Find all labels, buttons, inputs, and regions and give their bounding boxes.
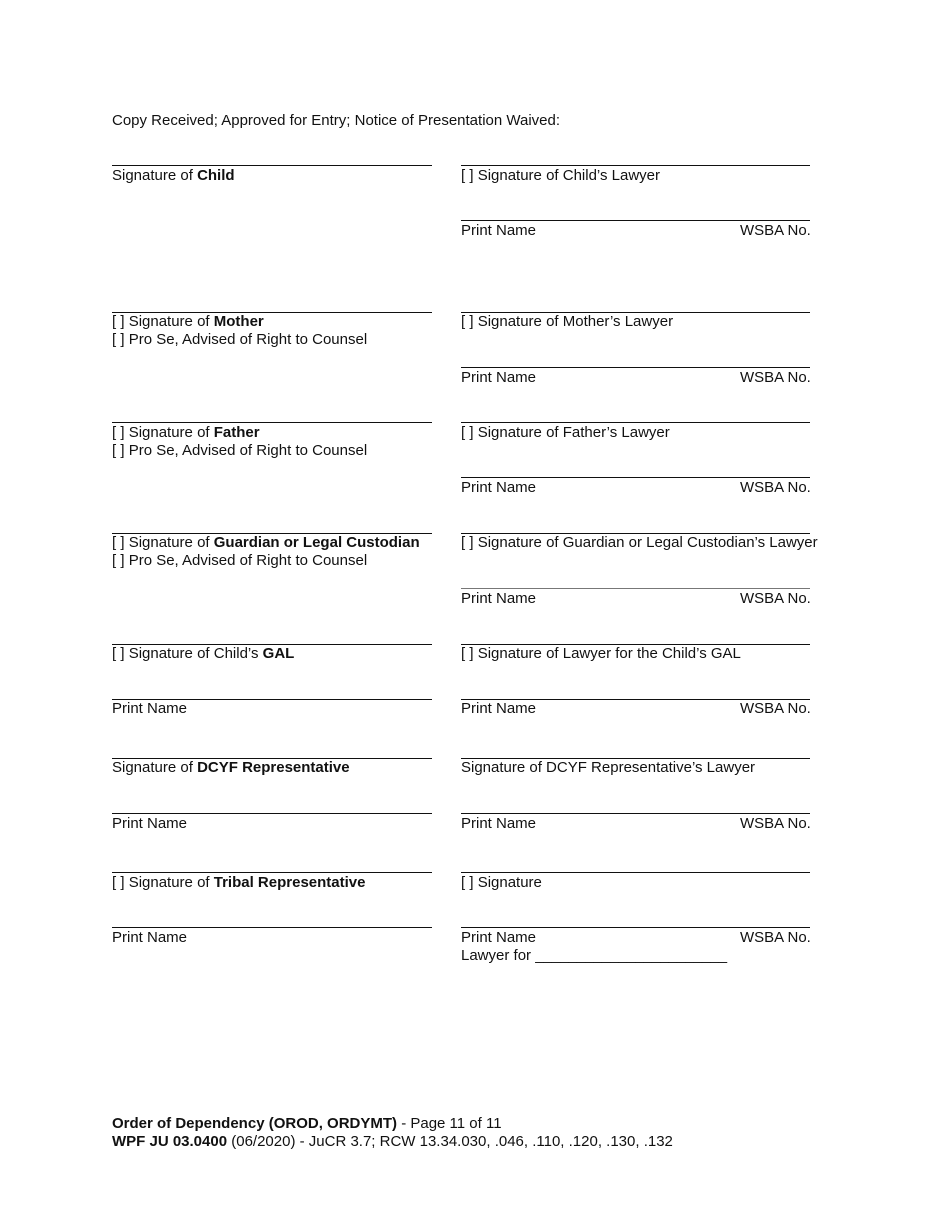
label-text: Signature of Father’s Lawyer <box>477 424 670 441</box>
dcyf-print-name-line[interactable] <box>112 813 432 814</box>
tribal-lawyer-print-name-line[interactable] <box>461 927 810 928</box>
party-name: Mother <box>213 313 264 330</box>
footer-form-citation: WPF JU 03.0400 (06/2020) - JuCR 3.7; RCW… <box>112 1133 673 1151</box>
label-text: Signature <box>477 874 542 891</box>
print-name-label: Print Name <box>461 590 537 607</box>
lawyer-for-field[interactable]: Lawyer for _______________________ <box>461 947 727 965</box>
label-prefix: Signature of <box>128 534 214 551</box>
page-number: - Page 11 of 11 <box>397 1115 502 1132</box>
party-name: Guardian or Legal Custodian <box>213 534 420 551</box>
checkbox[interactable]: [ ] <box>112 534 125 552</box>
checkbox[interactable]: [ ] <box>461 645 474 663</box>
gal-lawyer-signature-label: [ ] Signature of Lawyer for the Child’s … <box>461 645 741 663</box>
party-name: DCYF Representative <box>197 759 350 776</box>
checkbox[interactable]: [ ] <box>461 424 474 442</box>
father-signature-line[interactable] <box>112 422 432 423</box>
label-text: Signature of Guardian or Legal Custodian… <box>477 534 818 551</box>
dcyf-lawyer-signature-label: Signature of DCYF Representative’s Lawye… <box>461 759 756 776</box>
checkbox[interactable]: [ ] <box>461 534 474 552</box>
father-lawyer-print-name-line[interactable] <box>461 477 810 478</box>
tribal-print-name-line[interactable] <box>112 927 432 928</box>
party-name: Tribal Representative <box>213 874 366 891</box>
print-name-label: Print Name <box>461 479 537 496</box>
print-name-label: Print Name <box>461 222 537 239</box>
wsba-no-label: WSBA No. <box>740 222 811 239</box>
print-name-label: Print Name <box>461 815 537 832</box>
print-name-label: Print Name <box>461 369 537 386</box>
checkbox[interactable]: [ ] <box>112 424 125 442</box>
guardian-signature-label: [ ] Signature of Guardian or Legal Custo… <box>112 534 420 552</box>
label-prefix: Signature of <box>128 313 214 330</box>
form-citation: (06/2020) - JuCR 3.7; RCW 13.34.030, .04… <box>227 1133 673 1150</box>
tribal-lawyer-signature-line[interactable] <box>461 872 810 873</box>
checkbox[interactable]: [ ] <box>112 331 125 349</box>
wsba-no-label: WSBA No. <box>740 929 811 946</box>
dcyf-signature-label: Signature of DCYF Representative <box>112 759 350 777</box>
wsba-no-label: WSBA No. <box>740 479 811 496</box>
checkbox[interactable]: [ ] <box>461 874 474 892</box>
father-pro-se-label: [ ] Pro Se, Advised of Right to Counsel <box>112 442 367 460</box>
tribal-signature-label: [ ] Signature of Tribal Representative <box>112 874 365 892</box>
guardian-lawyer-signature-label: [ ] Signature of Guardian or Legal Custo… <box>461 534 818 552</box>
child-lawyer-signature-label: [ ] Signature of Child’s Lawyer <box>461 167 660 185</box>
checkbox[interactable]: [ ] <box>112 874 125 892</box>
guardian-lawyer-print-name-line[interactable] <box>461 588 810 589</box>
checkbox[interactable]: [ ] <box>461 313 474 331</box>
print-name-label: Print Name <box>461 700 537 717</box>
child-signature-label: Signature of Child <box>112 167 235 185</box>
party-name: GAL <box>262 645 295 662</box>
print-name-label: Print Name <box>112 929 188 946</box>
guardian-pro-se-label: [ ] Pro Se, Advised of Right to Counsel <box>112 552 367 570</box>
wsba-no-label: WSBA No. <box>740 369 811 386</box>
form-number: WPF JU 03.0400 <box>112 1133 228 1150</box>
checkbox[interactable]: [ ] <box>112 552 125 570</box>
pro-se-text: Pro Se, Advised of Right to Counsel <box>128 331 368 348</box>
mother-lawyer-print-name-line[interactable] <box>461 367 810 368</box>
label-text: Signature of Mother’s Lawyer <box>477 313 674 330</box>
checkbox[interactable]: [ ] <box>112 442 125 460</box>
child-signature-line[interactable] <box>112 165 432 166</box>
label-prefix: Signature of <box>128 874 214 891</box>
pro-se-text: Pro Se, Advised of Right to Counsel <box>128 552 368 569</box>
tribal-lawyer-signature-label: [ ] Signature <box>461 874 542 892</box>
wsba-no-label: WSBA No. <box>740 700 811 717</box>
footer-form-title: Order of Dependency (OROD, ORDYMT) - Pag… <box>112 1115 502 1133</box>
form-title: Order of Dependency (OROD, ORDYMT) <box>112 1115 398 1132</box>
mother-lawyer-signature-label: [ ] Signature of Mother’s Lawyer <box>461 313 673 331</box>
child-lawyer-print-name-line[interactable] <box>461 220 810 221</box>
label-prefix: Signature of <box>128 424 214 441</box>
father-lawyer-signature-label: [ ] Signature of Father’s Lawyer <box>461 424 670 442</box>
label-prefix: Signature of <box>112 759 198 776</box>
dcyf-lawyer-print-name-line[interactable] <box>461 813 810 814</box>
label-text: Signature of Child’s Lawyer <box>477 167 661 184</box>
print-name-label: Print Name <box>112 815 188 832</box>
gal-signature-label: [ ] Signature of Child’s GAL <box>112 645 294 663</box>
wsba-no-label: WSBA No. <box>740 815 811 832</box>
print-name-label: Print Name <box>461 929 537 946</box>
mother-pro-se-label: [ ] Pro Se, Advised of Right to Counsel <box>112 331 367 349</box>
wsba-no-label: WSBA No. <box>740 590 811 607</box>
party-name: Child <box>197 167 235 184</box>
father-lawyer-signature-line[interactable] <box>461 422 810 423</box>
print-name-label: Print Name <box>112 700 188 717</box>
approval-statement: Copy Received; Approved for Entry; Notic… <box>112 112 561 129</box>
label-text: Signature of Lawyer for the Child’s GAL <box>477 645 741 662</box>
checkbox[interactable]: [ ] <box>112 645 125 663</box>
party-name: Father <box>213 424 260 441</box>
label-prefix: Signature of <box>112 167 198 184</box>
label-prefix: Signature of Child’s <box>128 645 263 662</box>
checkbox[interactable]: [ ] <box>112 313 125 331</box>
father-signature-label: [ ] Signature of Father <box>112 424 260 442</box>
mother-signature-label: [ ] Signature of Mother <box>112 313 264 331</box>
child-lawyer-signature-line[interactable] <box>461 165 810 166</box>
tribal-signature-line[interactable] <box>112 872 432 873</box>
checkbox[interactable]: [ ] <box>461 167 474 185</box>
pro-se-text: Pro Se, Advised of Right to Counsel <box>128 442 368 459</box>
